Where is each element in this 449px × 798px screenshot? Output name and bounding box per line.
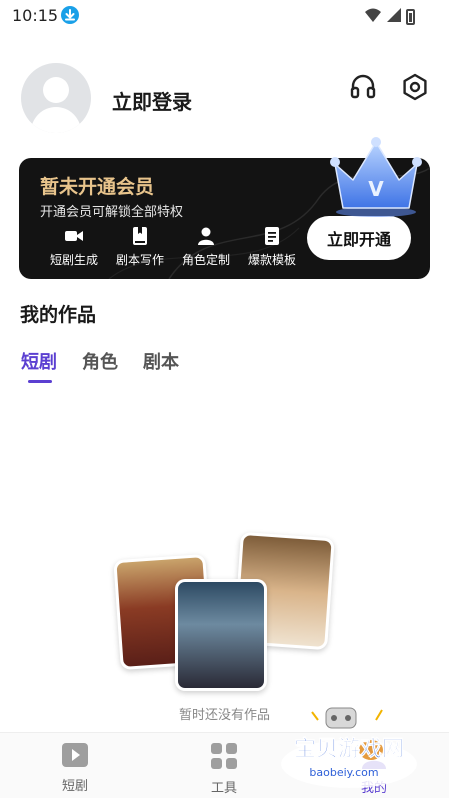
photo-card-heroes [175,579,267,691]
tab-short-drama[interactable]: 短剧 [21,348,57,383]
open-vip-button[interactable]: 立即开通 [307,216,411,260]
grid-icon [211,743,237,773]
nav-label: 工具 [210,781,237,796]
feature-hot-template[interactable]: 爆款模板 [243,226,301,268]
nav-tools[interactable]: 工具 [184,743,264,796]
nav-label: 短剧 [61,779,88,794]
download-icon [61,6,79,24]
watermark-url: baobeiy.com [309,766,378,779]
battery-icon [406,9,415,25]
vip-subtitle: 开通会员可解锁全部特权 [40,205,184,220]
crown-icon: V [327,136,425,218]
feature-short-drama[interactable]: 短剧生成 [45,226,103,268]
document-icon [262,226,282,246]
headphones-icon[interactable] [349,73,377,101]
play-icon [62,743,88,771]
status-time: 10:15 [12,6,59,25]
settings-icon[interactable] [401,73,429,101]
nav-short-drama[interactable]: 短剧 [35,743,115,794]
video-camera-icon [64,226,84,246]
vip-card: 暂未开通会员 开通会员可解锁全部特权 短剧生成 剧本写作 角色定制 爆款模板 立… [19,137,430,279]
watermark-title: 宝贝游戏网 [294,736,404,762]
book-icon [130,226,150,246]
signal-icon [386,7,402,27]
feature-label: 剧本写作 [115,253,164,267]
feature-label: 爆款模板 [247,253,296,267]
wifi-icon [364,7,382,27]
watermark-logo: 宝贝游戏网 baobeiy.com [274,706,424,792]
status-bar: 10:15 [0,0,449,32]
feature-label: 角色定制 [181,253,230,267]
login-button[interactable]: 立即登录 [112,86,192,115]
feature-character-custom[interactable]: 角色定制 [177,226,235,268]
works-title: 我的作品 [20,304,97,326]
feature-label: 短剧生成 [49,253,98,267]
empty-illustration [113,531,335,698]
vip-title: 暂未开通会员 [40,176,155,198]
feature-script-writing[interactable]: 剧本写作 [111,226,169,268]
tab-character[interactable]: 角色 [82,348,118,374]
avatar[interactable] [21,63,91,133]
person-icon [196,226,216,246]
works-tabs: 短剧 角色 剧本 [21,348,179,383]
tab-script[interactable]: 剧本 [143,348,179,374]
crown-letter: V [368,177,384,201]
